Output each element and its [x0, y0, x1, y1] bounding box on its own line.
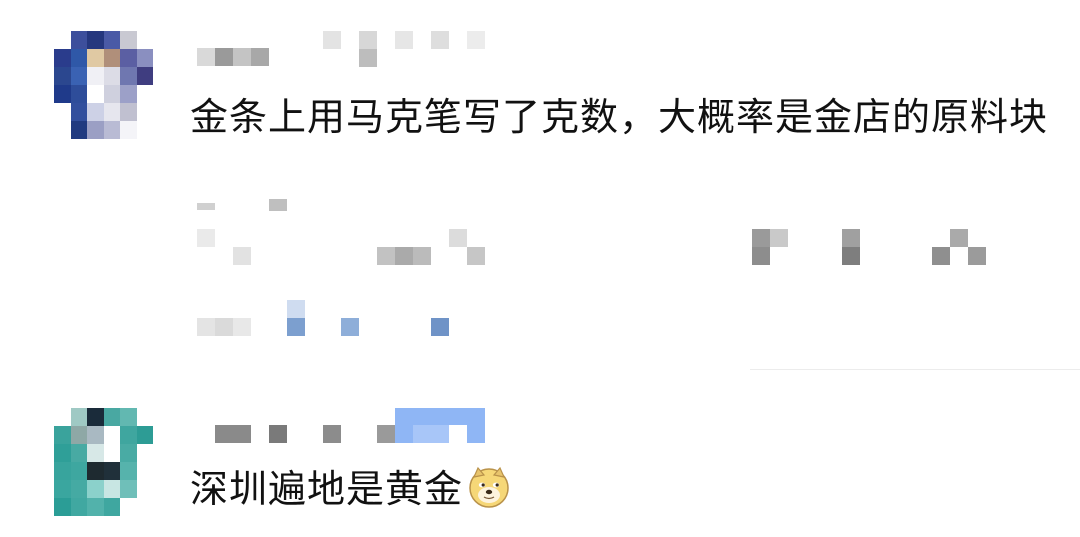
avatar[interactable] — [54, 408, 153, 516]
comment-text-content: 深圳遍地是黄金 — [190, 467, 464, 511]
comment-item: 金条上用马克笔写了克数，大概率是金店的原料块 — [0, 0, 1080, 370]
doge-emoji-icon — [469, 466, 509, 508]
comment-item: 深圳遍地是黄金 — [0, 372, 1080, 537]
comment-text: 金条上用马克笔写了克数，大概率是金店的原料块 — [190, 95, 1049, 139]
avatar[interactable] — [54, 31, 153, 139]
comment-text: 深圳遍地是黄金 — [190, 451, 1050, 527]
divider — [750, 369, 1080, 370]
